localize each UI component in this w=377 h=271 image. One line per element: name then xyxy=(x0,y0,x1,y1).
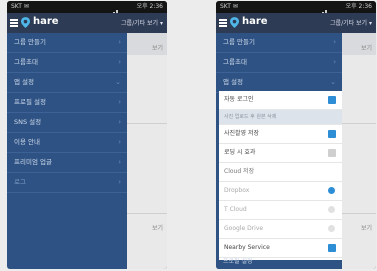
option-label: T Cloud xyxy=(224,206,247,213)
location-pin-icon xyxy=(21,17,30,28)
chevron-right-icon: › xyxy=(118,158,121,166)
drawer-item-profile[interactable]: 프로필 설정 xyxy=(216,258,342,269)
drawer-item-guide[interactable]: 이용 안내 › xyxy=(7,133,127,153)
setting-label: 로딩 시 효과 xyxy=(224,149,256,156)
drawer-item-label: 앱 설정 xyxy=(223,78,244,86)
menu-icon[interactable] xyxy=(219,19,227,27)
chevron-right-icon: › xyxy=(333,58,336,66)
drawer-item-label: 그룹 만들기 xyxy=(223,38,255,46)
app-title: hare xyxy=(242,16,268,27)
phone-screen-right: SKT ✉ 오후 2:36 hare 그룹/기타 보기 ▾ 보기 보기 그룹 만… xyxy=(216,1,376,269)
app-settings-panel: 자동 로그인 사진 업로드 후 원본 삭제 사진촬영 저장 로딩 시 효과 Cl… xyxy=(219,91,342,260)
drawer-item-label: 그룹 만들기 xyxy=(14,38,46,46)
status-bar: SKT ✉ 오후 2:36 xyxy=(216,1,376,16)
chevron-right-icon: › xyxy=(118,118,121,126)
drawer-item-app-settings[interactable]: 앱 설정 ⌄ xyxy=(216,73,342,93)
signal-icon xyxy=(107,4,123,16)
carrier-label: SKT ✉ xyxy=(220,3,238,10)
option-label: Google Drive xyxy=(224,225,264,232)
setting-label: 자동 로그인 xyxy=(224,96,254,103)
drawer-item-create-group[interactable]: 그룹 만들기 › xyxy=(216,33,342,53)
chevron-right-icon: › xyxy=(118,38,121,46)
radio-unselected[interactable] xyxy=(328,206,335,213)
chevron-right-icon: › xyxy=(118,58,121,66)
background-stub: 보기 xyxy=(151,45,163,52)
group-selector[interactable]: 그룹/기타 보기 ▾ xyxy=(330,18,372,27)
drawer-item-log[interactable]: 로그 › xyxy=(7,173,127,193)
drawer-item-premium[interactable]: 프리미엄 업글 › xyxy=(7,153,127,173)
cloud-option-google-drive[interactable]: Google Drive xyxy=(219,220,342,239)
section-title: Cloud 저장 xyxy=(224,168,255,175)
drawer-item-label: 프리미엄 업글 xyxy=(14,158,52,166)
checkbox-checked[interactable] xyxy=(328,130,336,138)
chevron-right-icon: › xyxy=(118,98,121,106)
cloud-section-header: Cloud 저장 xyxy=(219,163,342,182)
radio-selected[interactable] xyxy=(328,187,335,194)
clock: 오후 2:36 xyxy=(345,3,372,10)
chevron-right-icon: › xyxy=(333,38,336,46)
drawer-item-label: 프로필 설정 xyxy=(14,98,46,106)
group-selector[interactable]: 그룹/기타 보기 ▾ xyxy=(121,18,163,27)
setting-auto-login[interactable]: 자동 로그인 xyxy=(219,91,342,110)
setting-note: 사진 업로드 후 원본 삭제 xyxy=(219,110,342,125)
drawer-item-label: SNS 설정 xyxy=(14,118,42,126)
option-label: Dropbox xyxy=(224,187,250,194)
chevron-right-icon: › xyxy=(118,178,121,186)
drawer-item-label: 앱 설정 xyxy=(14,78,35,86)
drawer-item-profile[interactable]: 프로필 설정 › xyxy=(7,93,127,113)
radio-unselected[interactable] xyxy=(328,225,335,232)
drawer-item-create-group[interactable]: 그룹 만들기 › xyxy=(7,33,127,53)
chevron-down-icon: ⌄ xyxy=(330,78,336,86)
signal-icon xyxy=(316,4,332,16)
drawer-item-invite[interactable]: 그룹초대 › xyxy=(216,53,342,73)
cloud-option-tcloud[interactable]: T Cloud xyxy=(219,201,342,220)
background-stub: 보기 xyxy=(360,225,372,232)
checkbox-unchecked[interactable] xyxy=(328,149,336,157)
location-pin-icon xyxy=(230,17,239,28)
clock: 오후 2:36 xyxy=(136,3,163,10)
drawer-item-label: 그룹초대 xyxy=(223,58,247,66)
app-bar: hare 그룹/기타 보기 ▾ xyxy=(216,13,376,33)
chevron-down-icon: ⌄ xyxy=(115,78,121,86)
drawer-item-label: 그룹초대 xyxy=(14,58,38,66)
app-title: hare xyxy=(33,16,59,27)
setting-photo-save[interactable]: 사진촬영 저장 xyxy=(219,125,342,144)
navigation-drawer: 그룹 만들기 › 그룹초대 › 앱 설정 ⌄ 프로필 설정 › SNS 설정 ›… xyxy=(7,33,127,269)
setting-label: Nearby Service xyxy=(224,244,270,251)
setting-loading-effect[interactable]: 로딩 시 효과 xyxy=(219,144,342,163)
app-bar: hare 그룹/기타 보기 ▾ xyxy=(7,13,167,33)
carrier-label: SKT ✉ xyxy=(11,3,29,10)
background-stub: 보기 xyxy=(151,225,163,232)
drawer-item-sns[interactable]: SNS 설정 › xyxy=(7,113,127,133)
drawer-item-label: 이용 안내 xyxy=(14,138,40,146)
phone-screen-left: SKT ✉ 오후 2:36 hare 그룹/기타 보기 ▾ 보기 보기 그룹 만… xyxy=(7,1,167,269)
setting-label: 사진촬영 저장 xyxy=(224,130,260,137)
background-stub: 보기 xyxy=(360,45,372,52)
cloud-option-dropbox[interactable]: Dropbox xyxy=(219,182,342,201)
checkbox-checked[interactable] xyxy=(328,244,336,252)
chevron-right-icon: › xyxy=(118,138,121,146)
drawer-item-label: 로그 xyxy=(14,178,26,186)
setting-note-text: 사진 업로드 후 원본 삭제 xyxy=(224,114,277,120)
status-bar: SKT ✉ 오후 2:36 xyxy=(7,1,167,16)
drawer-item-app-settings[interactable]: 앱 설정 ⌄ xyxy=(7,73,127,93)
drawer-item-label: 프로필 설정 xyxy=(223,258,253,265)
checkbox-checked[interactable] xyxy=(328,96,336,104)
drawer-item-invite[interactable]: 그룹초대 › xyxy=(7,53,127,73)
menu-icon[interactable] xyxy=(10,19,18,27)
